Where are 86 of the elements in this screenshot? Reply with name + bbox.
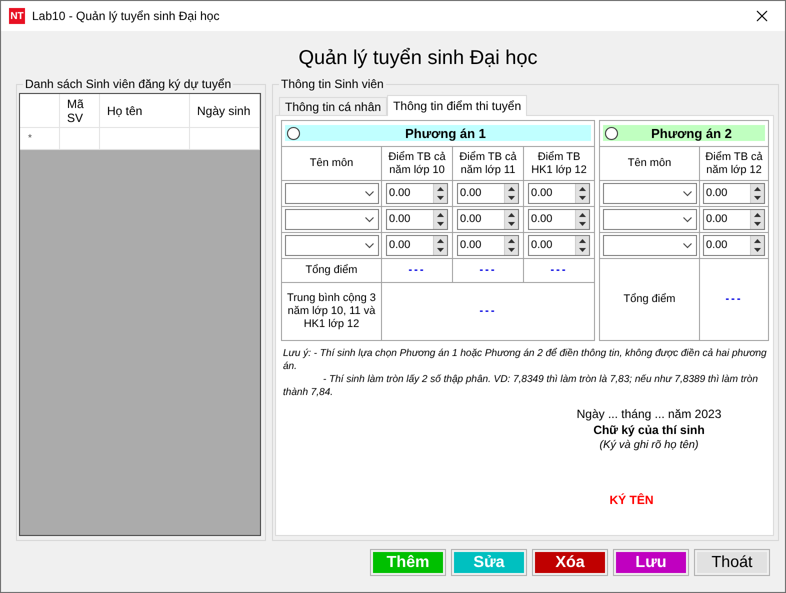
chevron-down-icon — [682, 190, 692, 196]
signature-hint: (Ký và ghi rõ họ tên) — [599, 439, 699, 451]
subject-dropdown[interactable] — [284, 209, 378, 230]
score-spinner[interactable]: 0.00 — [457, 183, 519, 204]
note-text: Lưu ý: - Thí sinh lựa chọn Phương án 1 hoặc Phương án 2 để điền thông tin, không được điền cả hai phương án. — [283, 347, 767, 373]
score-spinner[interactable]: 0.00 — [703, 209, 765, 230]
note-text: - Thí sinh làm tròn lấy 2 số thập phân. VD: 7,8349 thì làm tròn là 7,83; nếu như 7,8389 thì làm tròn thành 7,84. — [283, 373, 759, 399]
signature-title: Chữ ký của thí sinh — [593, 423, 705, 437]
score-spinner[interactable]: 0.00 — [457, 209, 519, 230]
column-header: Tên môn — [282, 147, 382, 181]
down-arrow-icon — [508, 248, 515, 252]
chevron-down-icon — [682, 242, 692, 248]
radio-button[interactable] — [287, 126, 300, 140]
up-arrow-icon — [437, 212, 444, 217]
down-arrow-icon — [754, 222, 761, 226]
down-arrow-icon — [754, 196, 761, 200]
up-arrow-icon — [437, 238, 444, 243]
chevron-down-icon — [364, 242, 374, 248]
down-arrow-icon — [437, 248, 444, 252]
score-spinner[interactable]: 0.00 — [386, 209, 448, 230]
tab[interactable]: Thông tin cá nhân — [279, 97, 388, 115]
score-spinner[interactable]: 0.00 — [703, 183, 765, 204]
up-arrow-icon — [579, 238, 586, 243]
plan-title: Phương án 2 — [650, 126, 733, 140]
row-label-cell: Tổng điểm — [282, 259, 382, 283]
row-label-cell: Trung bình cộng 3 năm lớp 10, 11 và HK1 lớp 12 — [282, 283, 382, 341]
table-cell[interactable] — [190, 128, 260, 150]
result-cell: --- — [453, 259, 524, 283]
up-arrow-icon — [754, 186, 761, 191]
down-arrow-icon — [437, 196, 444, 200]
tab[interactable]: Thông tin điểm thi tuyển — [387, 95, 528, 116]
subject-dropdown[interactable] — [284, 183, 378, 204]
result-cell: --- — [382, 283, 595, 341]
chevron-down-icon — [682, 216, 692, 222]
row-label-cell: Tổng điểm — [600, 259, 700, 341]
plan-title: Phương án 1 — [404, 126, 487, 140]
page-heading: Quản lý tuyển sinh Đại học — [298, 47, 538, 69]
column-header: Điểm TB cả năm lớp 10 — [382, 147, 453, 181]
down-arrow-icon — [508, 196, 515, 200]
up-arrow-icon — [508, 212, 515, 217]
action-button[interactable]: Thoát — [694, 549, 770, 576]
radio-button[interactable] — [605, 126, 618, 140]
sign-label: KÝ TÊN — [609, 493, 654, 507]
down-arrow-icon — [754, 248, 761, 252]
result-cell: --- — [700, 259, 769, 341]
table-cell[interactable] — [100, 128, 190, 150]
up-arrow-icon — [437, 186, 444, 191]
app-icon: NT — [9, 8, 25, 24]
score-spinner[interactable]: 0.00 — [386, 183, 448, 204]
up-arrow-icon — [579, 186, 586, 191]
score-spinner[interactable]: 0.00 — [528, 235, 590, 256]
score-spinner[interactable]: 0.00 — [457, 235, 519, 256]
down-arrow-icon — [508, 222, 515, 226]
down-arrow-icon — [579, 222, 586, 226]
down-arrow-icon — [579, 248, 586, 252]
column-header: Điểm TB cả năm lớp 12 — [700, 147, 769, 181]
up-arrow-icon — [508, 238, 515, 243]
column-header: Tên môn — [600, 147, 700, 181]
column-header: Điểm TB HK1 lớp 12 — [524, 147, 595, 181]
down-arrow-icon — [437, 222, 444, 226]
result-cell: --- — [524, 259, 595, 283]
close-icon — [756, 10, 768, 22]
up-arrow-icon — [754, 238, 761, 243]
signature-date: Ngày ... tháng ... năm 2023 — [576, 407, 722, 421]
score-spinner[interactable]: 0.00 — [386, 235, 448, 256]
up-arrow-icon — [508, 186, 515, 191]
subject-dropdown[interactable] — [602, 209, 696, 230]
subject-dropdown[interactable] — [602, 235, 696, 256]
down-arrow-icon — [579, 196, 586, 200]
result-cell: --- — [382, 259, 453, 283]
subject-dropdown[interactable] — [284, 235, 378, 256]
score-spinner[interactable]: 0.00 — [528, 183, 590, 204]
subject-dropdown[interactable] — [602, 183, 696, 204]
up-arrow-icon — [754, 212, 761, 217]
up-arrow-icon — [579, 212, 586, 217]
group-title: Thông tin Sinh viên — [280, 77, 385, 91]
table-cell[interactable] — [60, 128, 100, 150]
window-title: Lab10 - Quản lý tuyển sinh Đại học — [32, 9, 220, 23]
column-header: Điểm TB cả năm lớp 11 — [453, 147, 524, 181]
score-spinner[interactable]: 0.00 — [703, 235, 765, 256]
chevron-down-icon — [364, 216, 374, 222]
action-button[interactable]: Xóa — [532, 549, 608, 576]
action-button[interactable]: Lưu — [613, 549, 689, 576]
score-spinner[interactable]: 0.00 — [528, 209, 590, 230]
chevron-down-icon — [364, 190, 374, 196]
group-title: Danh sách Sinh viên đăng ký dự tuyển — [24, 77, 232, 91]
